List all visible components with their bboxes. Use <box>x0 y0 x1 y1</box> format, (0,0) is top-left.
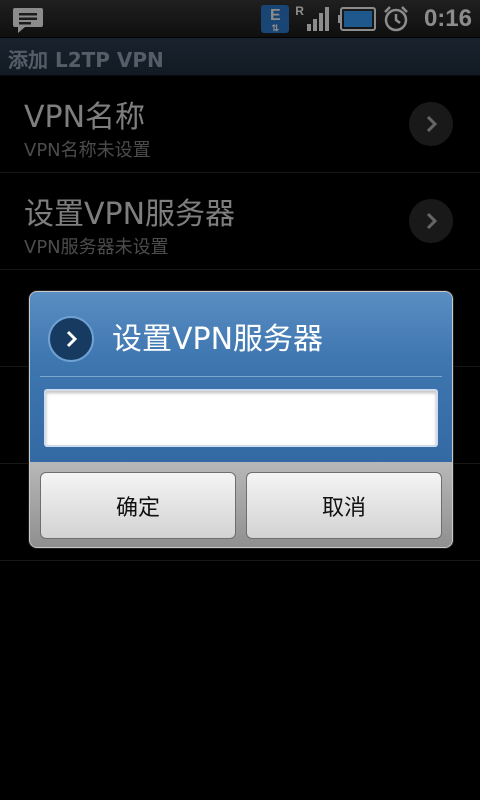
cancel-button[interactable]: 取消 <box>246 472 442 539</box>
server-input[interactable] <box>44 389 438 447</box>
dialog-button-bar: 确定 取消 <box>30 462 452 547</box>
dialog-header: 设置VPN服务器 <box>30 292 452 462</box>
server-dialog: 设置VPN服务器 确定 取消 <box>29 291 453 548</box>
ok-button[interactable]: 确定 <box>40 472 236 539</box>
chevron-right-icon <box>48 316 94 362</box>
dialog-divider <box>40 376 442 377</box>
dialog-title: 设置VPN服务器 <box>112 322 324 357</box>
